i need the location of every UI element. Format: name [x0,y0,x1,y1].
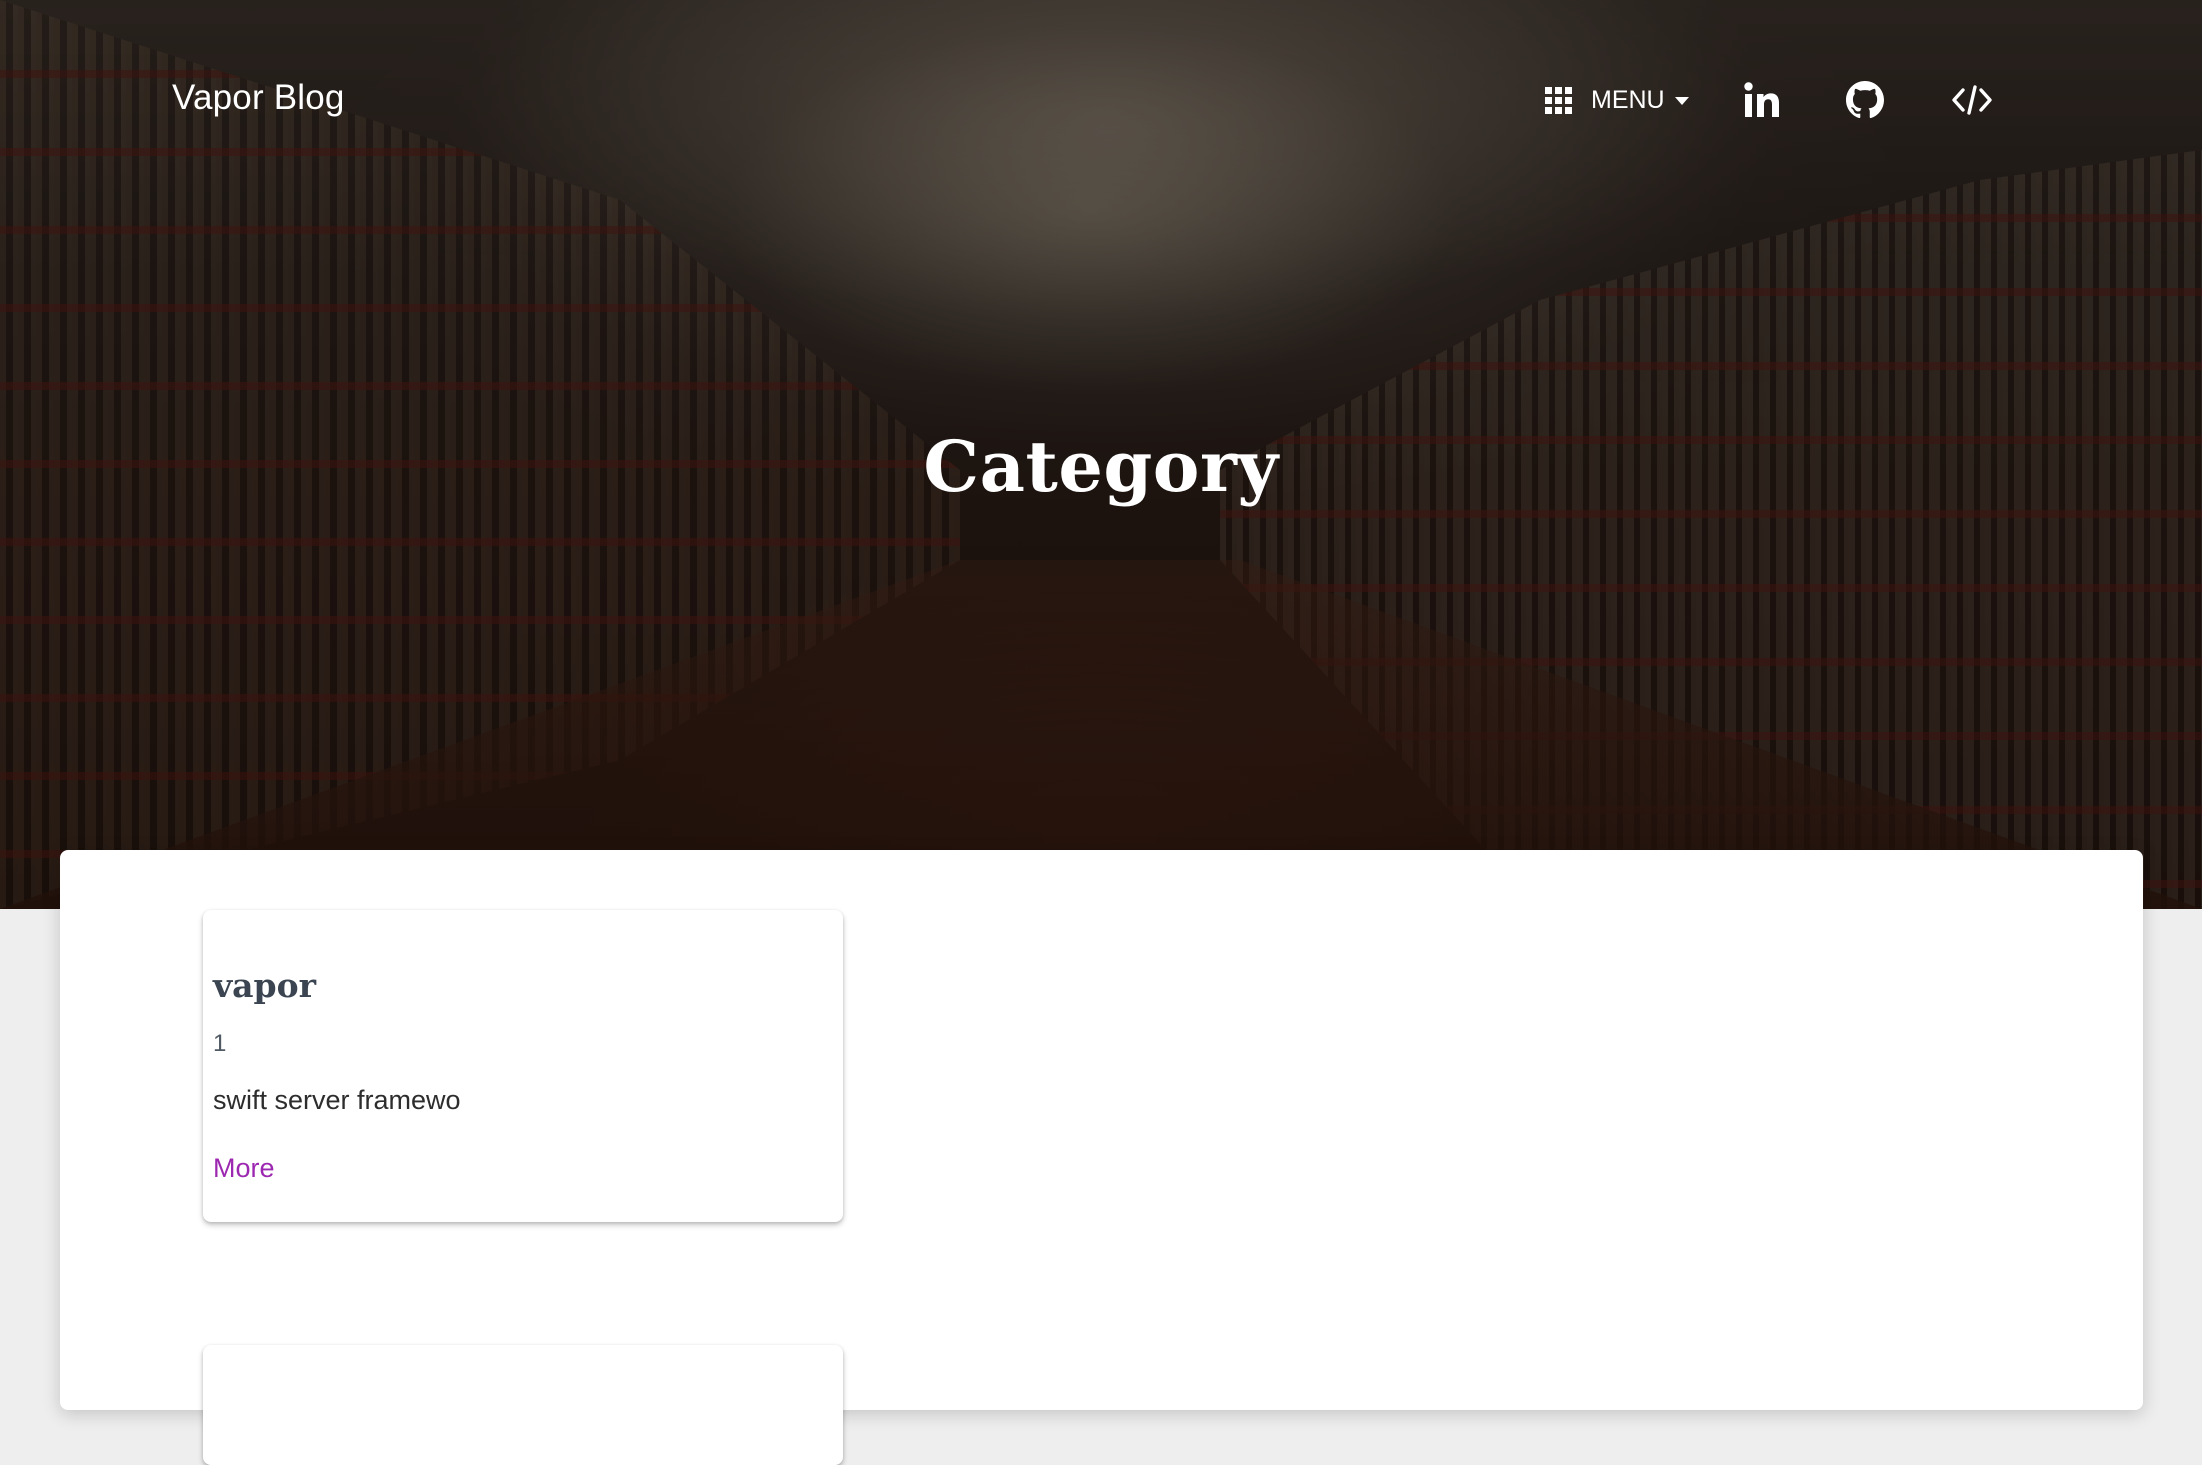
brand-link[interactable]: Vapor Blog [172,78,345,118]
category-card: vapor 1 swift server framewo More [203,910,843,1222]
page-title: Category [923,425,1279,508]
grid-icon [1545,86,1573,115]
category-card [203,1345,843,1465]
menu-dropdown-button[interactable]: MENU [1545,86,1689,115]
source-code-link[interactable] [1950,78,1994,122]
category-name: vapor [213,966,317,1005]
category-post-count: 1 [213,1030,227,1057]
caret-down-icon [1674,96,1689,105]
github-link[interactable] [1843,78,1887,122]
linkedin-link[interactable] [1740,78,1784,122]
category-more-link[interactable]: More [213,1153,275,1184]
main-content-panel: vapor 1 swift server framewo More [60,850,2143,1465]
linkedin-icon [1742,80,1782,120]
github-icon [1846,81,1884,119]
category-description: swift server framewo [213,1085,461,1115]
menu-label: MENU [1591,86,1665,114]
code-icon [1951,83,1993,117]
hero-header: Vapor Blog MENU Category [0,0,2202,909]
